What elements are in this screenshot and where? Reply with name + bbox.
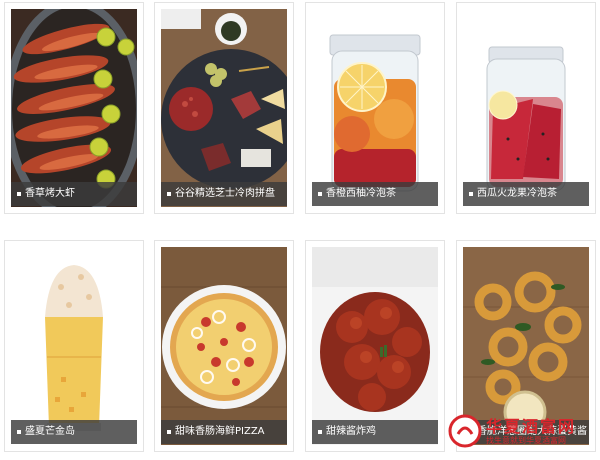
caption-text: 香橙西柚冷泡茶: [326, 188, 396, 199]
sausage-seafood-pizza-image[interactable]: [161, 247, 287, 445]
product-card[interactable]: 西瓜火龙果冷泡茶: [456, 2, 596, 214]
caption-text: 西瓜火龙果冷泡茶: [477, 188, 557, 199]
orange-grapefruit-cold-tea-image[interactable]: [312, 9, 438, 207]
watermelon-dragonfruit-cold-tea-image[interactable]: [463, 9, 589, 207]
caption-text: 甜辣酱炸鸡: [326, 426, 376, 437]
product-caption[interactable]: 盛夏芒金岛: [11, 420, 137, 444]
caption-text: 香草烤大虾: [25, 188, 75, 199]
product-card[interactable]: 盛夏芒金岛: [4, 240, 144, 452]
product-card[interactable]: 谷谷精选芝士冷肉拼盘: [154, 2, 294, 214]
bullet-icon: [17, 430, 21, 434]
product-grid: 香草烤大虾 谷谷精选芝士冷肉拼盘 香橙西柚冷泡茶 西瓜火龙果冷泡茶 盛夏芒金岛 …: [0, 0, 600, 460]
bullet-icon: [17, 192, 21, 196]
product-caption[interactable]: 香草烤大虾: [11, 182, 137, 206]
bullet-icon: [318, 430, 322, 434]
caption-text: 甜味香肠海鲜PIZZA: [175, 426, 265, 437]
product-card[interactable]: 香橙西柚冷泡茶: [305, 2, 445, 214]
watermark-brand: 华夏酒富网: [486, 417, 577, 436]
caption-text: 盛夏芒金岛: [25, 426, 75, 437]
mango-drink-image[interactable]: [11, 247, 137, 445]
product-card[interactable]: 甜辣酱炸鸡: [305, 240, 445, 452]
watermark: 华夏酒富网 找生意就到华夏酒富网: [446, 412, 596, 452]
product-caption[interactable]: 甜辣酱炸鸡: [312, 420, 438, 444]
bullet-icon: [318, 192, 322, 196]
bullet-icon: [469, 192, 473, 196]
bullet-icon: [167, 430, 171, 434]
cheese-cold-meat-platter-image[interactable]: [161, 9, 287, 207]
watermark-subtitle: 找生意就到华夏酒富网: [486, 436, 566, 445]
product-card[interactable]: 甜味香肠海鲜PIZZA: [154, 240, 294, 452]
sweet-spicy-fried-chicken-image[interactable]: [312, 247, 438, 445]
caption-text: 谷谷精选芝士冷肉拼盘: [175, 188, 275, 199]
brand-logo-icon: [448, 414, 482, 448]
product-caption[interactable]: 香橙西柚冷泡茶: [312, 182, 438, 206]
product-caption[interactable]: 甜味香肠海鲜PIZZA: [161, 420, 287, 444]
grilled-shrimp-image[interactable]: [11, 9, 137, 207]
bullet-icon: [167, 192, 171, 196]
product-card[interactable]: 香草烤大虾: [4, 2, 144, 214]
product-caption[interactable]: 谷谷精选芝士冷肉拼盘: [161, 182, 287, 206]
product-caption[interactable]: 西瓜火龙果冷泡茶: [463, 182, 589, 206]
